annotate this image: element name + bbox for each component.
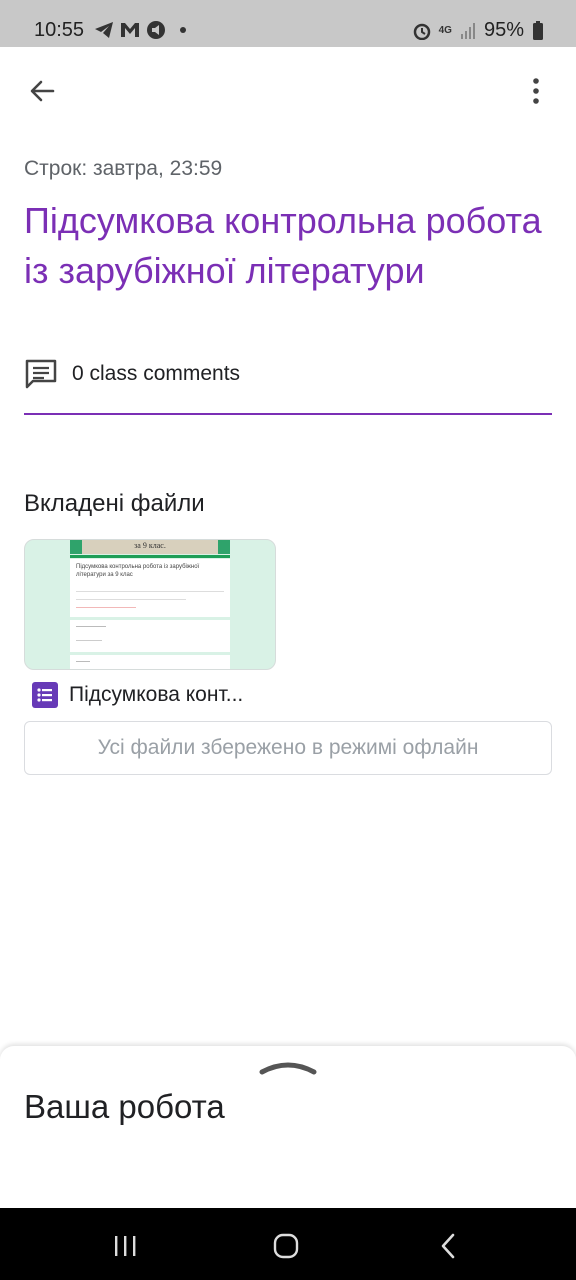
status-bar: 10:55 4G 95% <box>0 0 576 47</box>
title-divider <box>24 413 552 415</box>
expand-handle-icon[interactable] <box>258 1060 318 1078</box>
attachments-heading: Вкладені файли <box>24 490 205 517</box>
more-options-button[interactable] <box>514 69 558 113</box>
app-bar <box>0 47 576 133</box>
signal-icon <box>460 22 475 39</box>
network-type-icon: 4G <box>438 24 452 36</box>
attachment-file[interactable]: Підсумкова конт... <box>32 680 243 710</box>
form-preview-header: за 9 клас. <box>70 540 230 554</box>
attachment-file-name: Підсумкова конт... <box>69 683 244 706</box>
form-preview: за 9 клас. Підсумкова контрольна робота … <box>70 540 230 669</box>
offline-status-banner: Усі файли збережено в режимі офлайн <box>24 721 552 775</box>
recent-apps-icon <box>115 1236 136 1256</box>
form-preview-line <box>76 607 136 608</box>
form-preview-question-card <box>70 620 230 652</box>
form-preview-line <box>76 599 186 600</box>
attachment-thumbnail[interactable]: за 9 клас. Підсумкова контрольна робота … <box>24 539 276 670</box>
comment-icon <box>25 359 57 389</box>
arrow-back-icon <box>30 80 55 102</box>
class-comments-link[interactable]: 0 class comments <box>24 356 240 392</box>
home-button[interactable] <box>266 1226 306 1266</box>
your-work-title: Ваша робота <box>24 1088 225 1125</box>
more-vert-icon <box>533 78 539 104</box>
recent-apps-button[interactable] <box>105 1226 145 1266</box>
more-notifications-dot <box>180 27 186 33</box>
due-date: Строк: завтра, 23:59 <box>24 157 223 180</box>
battery-percent: 95% <box>483 19 524 41</box>
voice-message-icon <box>147 21 165 39</box>
back-button[interactable] <box>20 69 64 113</box>
alarm-icon <box>413 23 430 40</box>
form-preview-line <box>76 640 102 641</box>
form-preview-title: Підсумкова контрольна робота із зарубіжн… <box>76 564 200 578</box>
notification-icons <box>94 20 186 40</box>
offline-status-text: Усі файли збережено в режимі офлайн <box>97 736 479 759</box>
class-comments-label: 0 class comments <box>72 362 241 385</box>
system-nav-bar <box>0 1208 576 1280</box>
status-time: 10:55 <box>34 19 85 41</box>
form-preview-title-card: Підсумкова контрольна робота із зарубіжн… <box>70 559 230 617</box>
home-icon <box>273 1233 299 1259</box>
form-preview-line <box>76 626 106 627</box>
battery-icon <box>533 20 543 40</box>
form-preview-line <box>76 661 90 662</box>
your-work-sheet[interactable]: Ваша робота <box>0 1046 576 1208</box>
form-preview-accent <box>70 555 230 558</box>
system-icons: 4G 95% <box>413 19 544 42</box>
nav-back-icon <box>441 1233 455 1259</box>
form-preview-line <box>76 591 224 592</box>
telegram-icon <box>95 22 113 38</box>
nav-back-button[interactable] <box>428 1226 468 1266</box>
form-preview-header-text: за 9 клас. <box>134 541 166 550</box>
forms-icon <box>32 682 58 708</box>
assignment-title: Підсумкова контрольна робота із зарубіжн… <box>24 200 542 291</box>
form-preview-question-card <box>70 655 230 669</box>
gmail-icon <box>121 23 139 37</box>
